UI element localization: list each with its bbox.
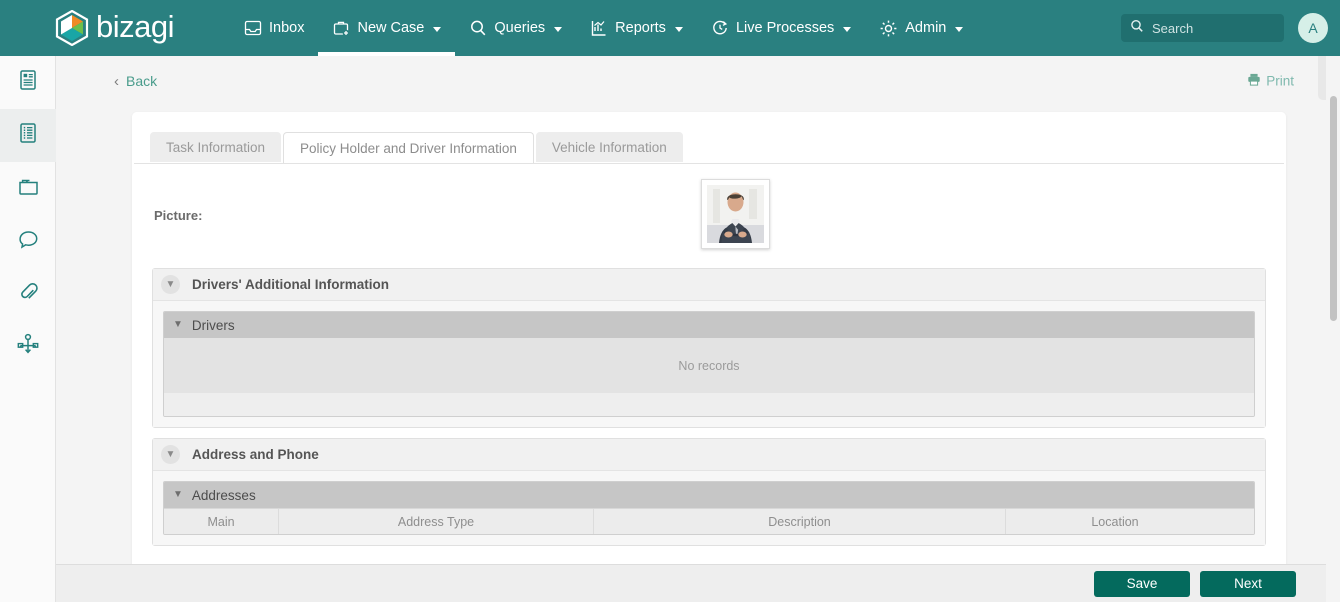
page-scrollbar-thumb[interactable] bbox=[1330, 96, 1337, 321]
tab-label: Task Information bbox=[166, 139, 266, 155]
rail-item-comments[interactable] bbox=[0, 215, 56, 268]
main-navigation: Inbox New Case Queries Reports Live Proc… bbox=[230, 0, 977, 56]
chevron-down-icon bbox=[843, 26, 852, 32]
tab-label: Policy Holder and Driver Information bbox=[300, 141, 517, 156]
rail-item-case-form[interactable] bbox=[0, 109, 56, 162]
chevron-down-icon bbox=[674, 26, 683, 32]
print-label: Print bbox=[1266, 73, 1294, 89]
column-header-main[interactable]: Main bbox=[164, 509, 279, 534]
avatar-photo-frame[interactable] bbox=[701, 179, 770, 249]
chevron-down-icon: ▼ bbox=[161, 275, 180, 294]
picture-label: Picture: bbox=[154, 208, 203, 223]
chevron-down-icon bbox=[955, 26, 964, 32]
chevron-left-icon: ‹ bbox=[114, 72, 119, 90]
nav-item-reports[interactable]: Reports bbox=[576, 0, 697, 56]
empty-text: No records bbox=[678, 358, 740, 373]
tab-label: Vehicle Information bbox=[551, 139, 667, 155]
brand-name: bizagi bbox=[96, 9, 175, 44]
save-button[interactable]: Save bbox=[1094, 570, 1190, 597]
case-summary-icon bbox=[17, 69, 39, 96]
live-process-clock-icon bbox=[711, 19, 729, 37]
column-header-address-type[interactable]: Address Type bbox=[279, 509, 594, 534]
form-card: Task Information Policy Holder and Drive… bbox=[132, 112, 1286, 602]
grid-title: Addresses bbox=[191, 487, 256, 503]
grid-empty-message: No records bbox=[164, 338, 1254, 393]
grid-header[interactable]: ▼ Addresses bbox=[164, 482, 1254, 508]
column-header-description[interactable]: Description bbox=[594, 509, 1006, 534]
chevron-down-icon: ▼ bbox=[161, 445, 180, 464]
rail-item-process-diagram[interactable] bbox=[0, 321, 56, 374]
left-icon-rail bbox=[0, 56, 56, 602]
avatar-initial: A bbox=[1308, 20, 1318, 36]
paperclip-icon bbox=[17, 281, 40, 309]
nav-label: Reports bbox=[615, 20, 666, 36]
chevron-down-icon: ▼ bbox=[173, 489, 183, 500]
briefcase-plus-icon bbox=[332, 19, 350, 37]
gear-icon bbox=[879, 19, 898, 38]
grid-header[interactable]: ▼ Drivers bbox=[164, 312, 1254, 338]
bizagi-cube-logo-icon bbox=[55, 9, 89, 47]
portrait-photo-businessman-icon bbox=[707, 185, 764, 243]
comment-bubble-icon bbox=[17, 228, 40, 256]
rail-item-case-summary[interactable] bbox=[0, 56, 56, 109]
grid-addresses: ▼ Addresses Main Address Type Descriptio… bbox=[163, 481, 1255, 535]
nav-item-inbox[interactable]: Inbox bbox=[230, 0, 318, 56]
app-header: bizagi Inbox New Case Queries Reports Li… bbox=[0, 0, 1340, 56]
section-drivers-additional-information: ▼ Drivers' Additional Information ▼ Driv… bbox=[152, 268, 1266, 428]
nav-item-new-case[interactable]: New Case bbox=[318, 0, 456, 56]
avatar[interactable]: A bbox=[1298, 13, 1328, 43]
section-title: Address and Phone bbox=[192, 447, 319, 462]
search-magnifier-icon bbox=[469, 19, 487, 37]
process-diagram-icon bbox=[16, 333, 40, 362]
nav-label: Admin bbox=[905, 20, 947, 36]
search-icon bbox=[1130, 19, 1144, 38]
rail-item-documents[interactable] bbox=[0, 162, 56, 215]
next-button[interactable]: Next bbox=[1200, 570, 1296, 597]
nav-item-queries[interactable]: Queries bbox=[455, 0, 576, 56]
picture-field-row: Picture: bbox=[134, 164, 1284, 268]
search-input[interactable]: Search bbox=[1121, 14, 1284, 42]
nav-label: Live Processes bbox=[735, 20, 835, 36]
print-button[interactable]: Print bbox=[1247, 73, 1294, 90]
folder-icon bbox=[17, 175, 40, 203]
chart-report-icon bbox=[590, 19, 608, 37]
case-form-icon bbox=[17, 122, 39, 149]
tab-panel-policy-holder: Picture: ▼ Drivers' Additional Informati… bbox=[134, 163, 1284, 602]
tab-policy-holder-and-driver-information[interactable]: Policy Holder and Driver Information bbox=[283, 132, 534, 164]
chevron-down-icon bbox=[554, 26, 563, 32]
table-header-row: Main Address Type Description Location bbox=[164, 508, 1254, 534]
inbox-tray-icon bbox=[244, 19, 262, 37]
section-body: ▼ Drivers No records bbox=[153, 301, 1265, 427]
main-content: ‹ Back Print ‹ Task Information Policy H… bbox=[56, 56, 1340, 602]
nav-item-live-processes[interactable]: Live Processes bbox=[697, 0, 865, 56]
search-placeholder: Search bbox=[1152, 20, 1194, 36]
grid-drivers: ▼ Drivers No records bbox=[163, 311, 1255, 417]
back-button[interactable]: ‹ Back bbox=[114, 73, 157, 89]
chevron-down-icon bbox=[433, 26, 442, 32]
tab-task-information[interactable]: Task Information bbox=[150, 132, 282, 162]
form-action-bar: Save Next bbox=[56, 564, 1340, 602]
rail-item-attachments[interactable] bbox=[0, 268, 56, 321]
column-header-location[interactable]: Location bbox=[1006, 509, 1224, 534]
nav-label: Queries bbox=[494, 20, 546, 36]
nav-item-admin[interactable]: Admin bbox=[865, 0, 977, 56]
section-header[interactable]: ▼ Drivers' Additional Information bbox=[153, 269, 1265, 301]
form-tabs: Task Information Policy Holder and Drive… bbox=[132, 112, 1286, 164]
back-label: Back bbox=[126, 73, 158, 89]
tab-vehicle-information[interactable]: Vehicle Information bbox=[535, 132, 683, 162]
bizagi-logo[interactable]: bizagi bbox=[55, 0, 175, 56]
section-address-and-phone: ▼ Address and Phone ▼ Addresses Main Add… bbox=[152, 438, 1266, 546]
section-header[interactable]: ▼ Address and Phone bbox=[153, 439, 1265, 471]
grid-title: Drivers bbox=[191, 317, 235, 333]
chevron-down-icon: ▼ bbox=[173, 319, 183, 330]
grid-footer bbox=[164, 393, 1254, 416]
printer-icon bbox=[1247, 73, 1261, 90]
nav-label: New Case bbox=[357, 20, 425, 36]
section-title: Drivers' Additional Information bbox=[192, 277, 389, 292]
section-body: ▼ Addresses Main Address Type Descriptio… bbox=[153, 471, 1265, 545]
page-toolbar: ‹ Back Print ‹ bbox=[56, 56, 1340, 106]
nav-label: Inbox bbox=[269, 20, 305, 36]
